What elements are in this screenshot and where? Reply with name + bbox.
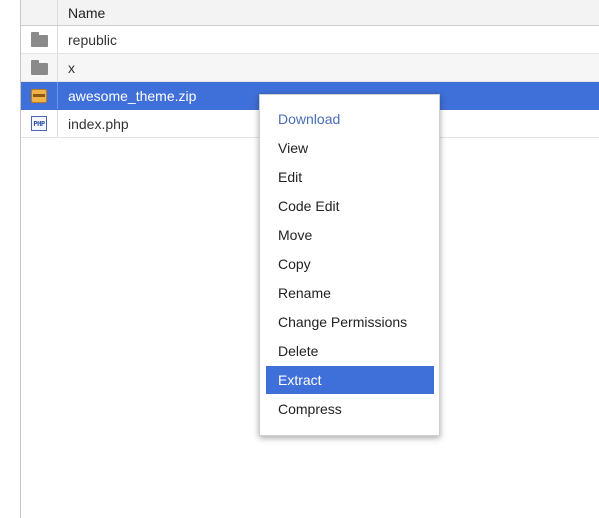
table-row[interactable]: republic xyxy=(21,26,599,54)
menu-item-rename[interactable]: Rename xyxy=(266,279,434,307)
menu-item-edit[interactable]: Edit xyxy=(266,163,434,191)
folder-icon xyxy=(30,31,48,47)
file-name[interactable]: awesome_theme.zip xyxy=(58,89,196,103)
menu-item-change-permissions[interactable]: Change Permissions xyxy=(266,308,434,336)
menu-item-compress[interactable]: Compress xyxy=(266,395,434,423)
file-name[interactable]: republic xyxy=(58,33,117,47)
icon-cell: PHP xyxy=(21,110,58,137)
context-menu: Download View Edit Code Edit Move Copy R… xyxy=(259,94,440,436)
menu-item-view[interactable]: View xyxy=(266,134,434,162)
menu-item-extract[interactable]: Extract xyxy=(266,366,434,394)
menu-item-download[interactable]: Download xyxy=(266,105,434,133)
name-column-header[interactable]: Name xyxy=(58,6,105,20)
table-row[interactable]: x xyxy=(21,54,599,82)
menu-item-code-edit[interactable]: Code Edit xyxy=(266,192,434,220)
archive-icon xyxy=(31,88,47,103)
icon-cell xyxy=(21,26,58,53)
table-header: Name xyxy=(21,0,599,26)
file-name[interactable]: x xyxy=(58,61,75,75)
file-name[interactable]: index.php xyxy=(58,117,129,131)
menu-item-move[interactable]: Move xyxy=(266,221,434,249)
icon-cell xyxy=(21,54,58,81)
menu-item-copy[interactable]: Copy xyxy=(266,250,434,278)
menu-item-delete[interactable]: Delete xyxy=(266,337,434,365)
icon-column-header xyxy=(21,0,58,25)
icon-cell xyxy=(21,82,58,109)
php-file-icon: PHP xyxy=(31,116,47,131)
folder-icon xyxy=(30,59,48,75)
